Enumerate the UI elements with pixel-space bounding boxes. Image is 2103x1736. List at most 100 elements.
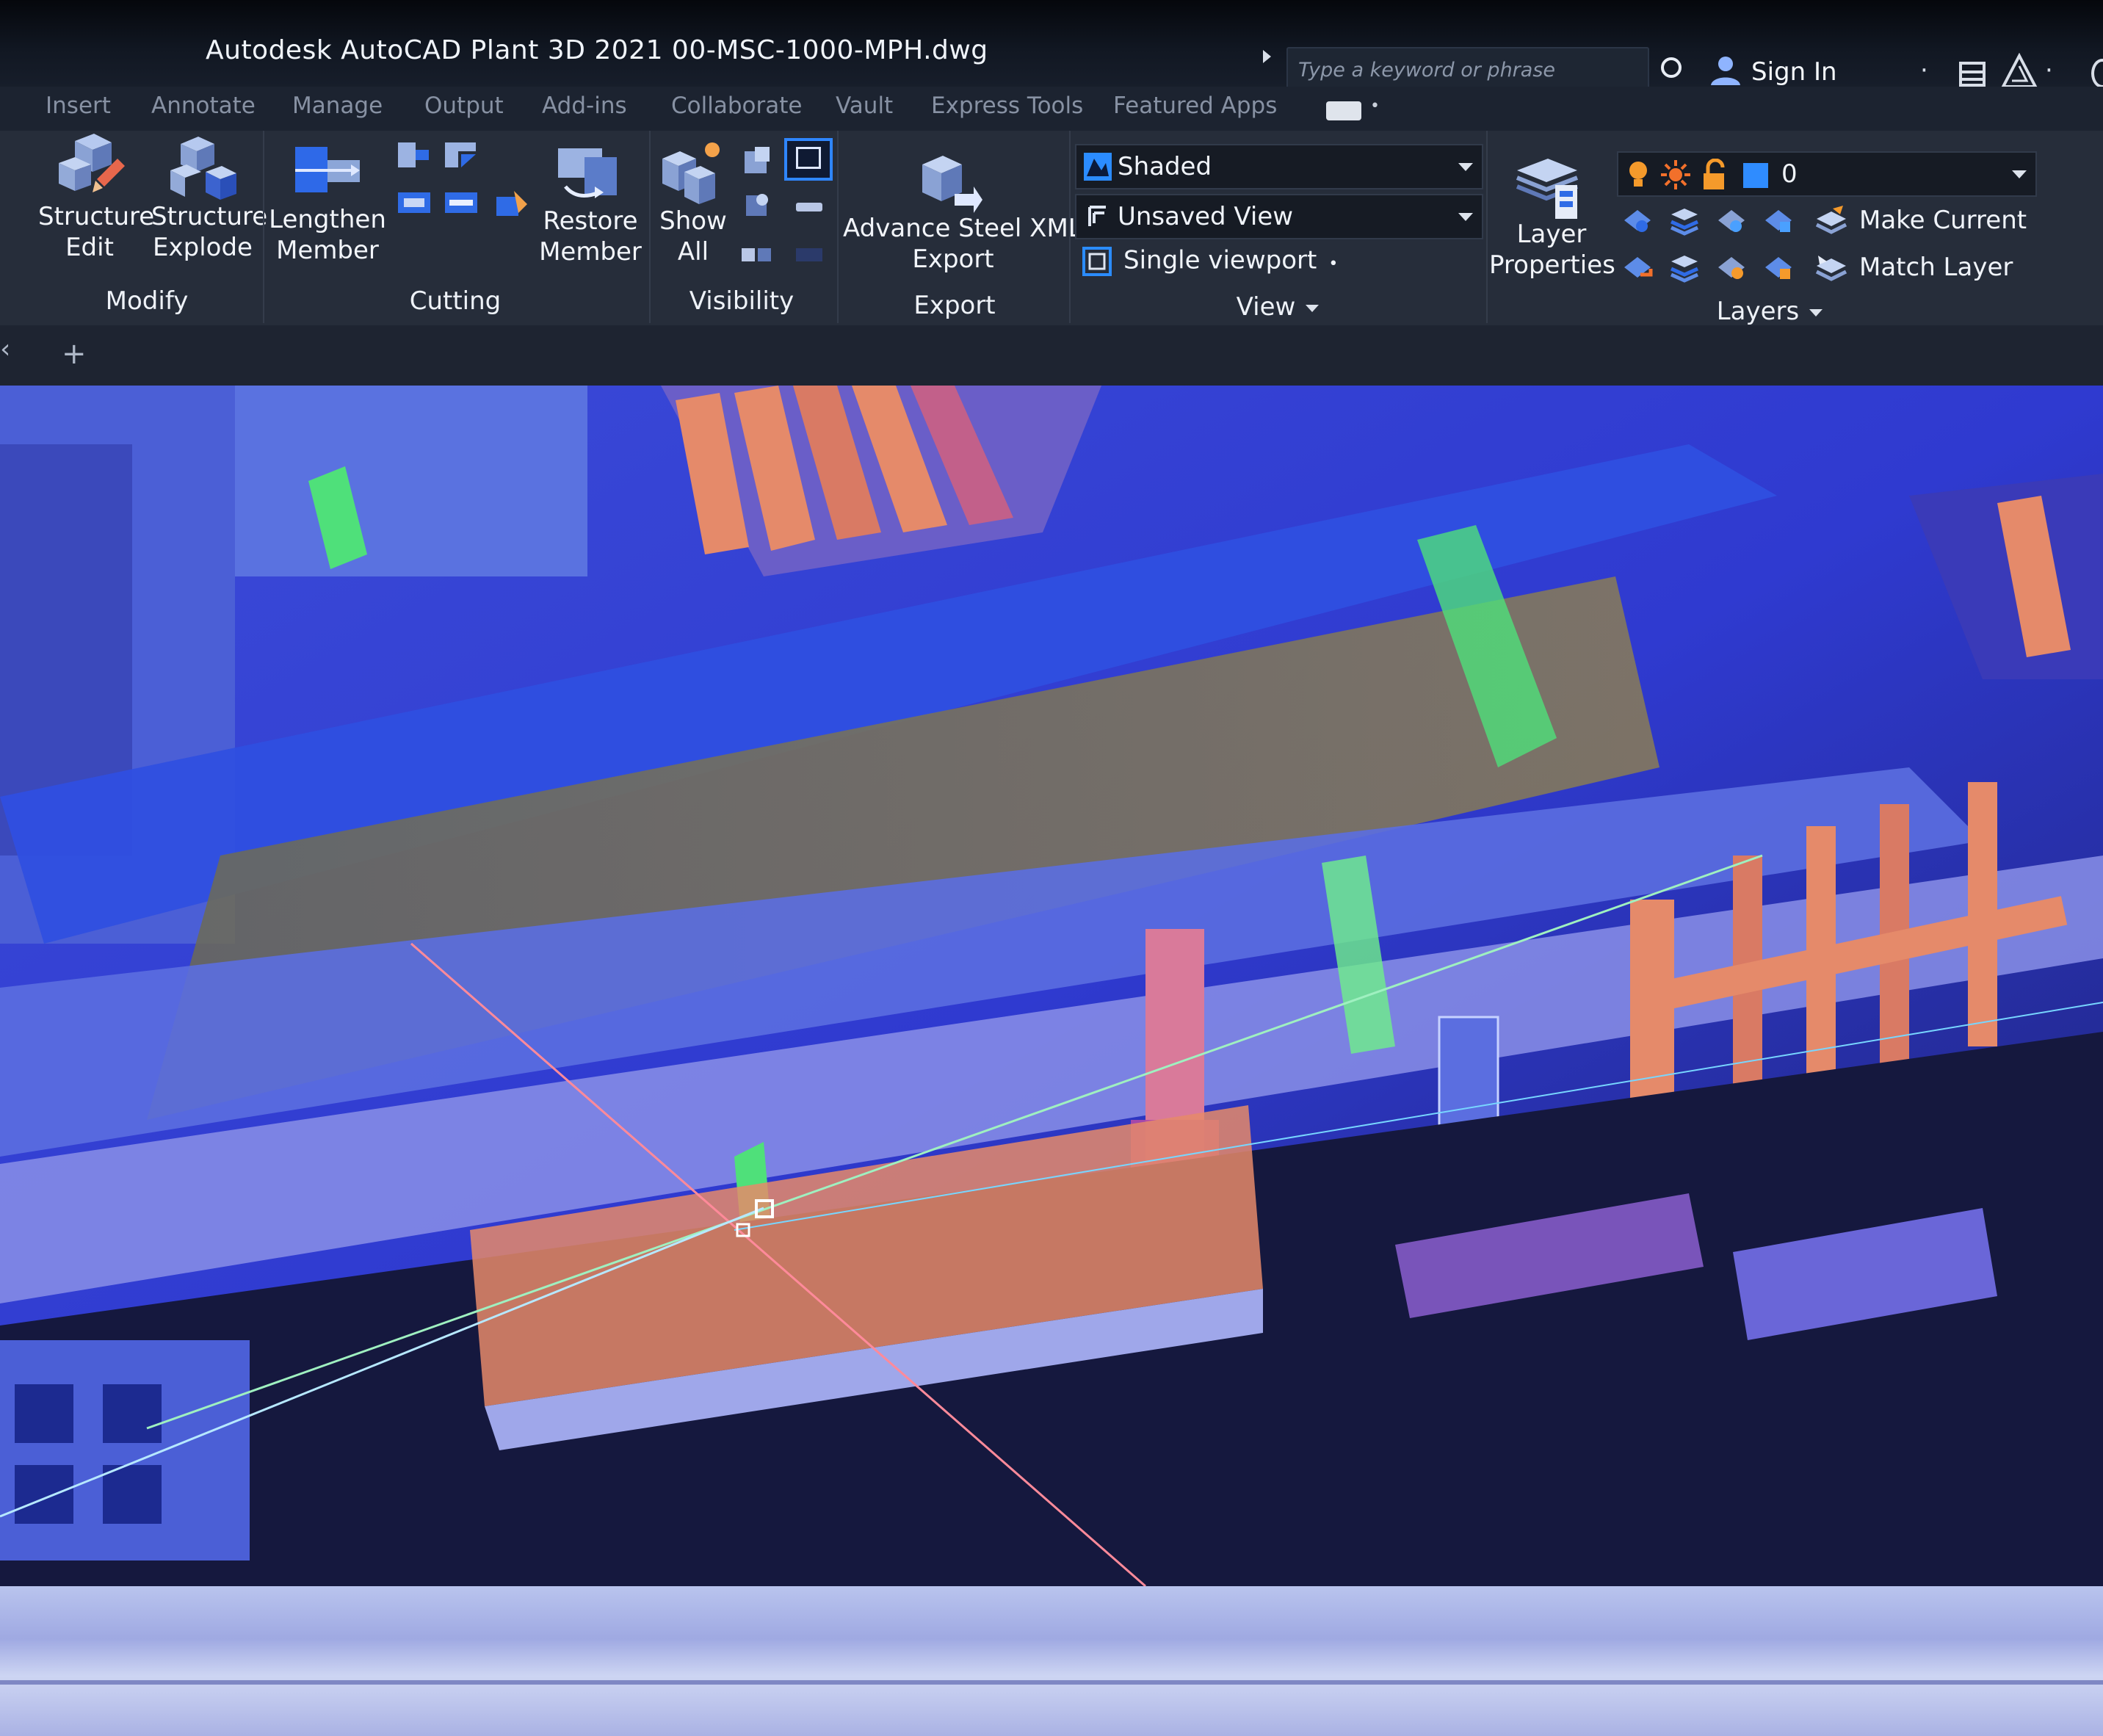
viewport-config-button[interactable]: Single viewport • <box>1081 245 1338 278</box>
lock-icon <box>1704 159 1725 189</box>
new-tab-button[interactable]: + <box>62 337 87 371</box>
layer-walk-icon[interactable] <box>1668 251 1701 283</box>
hide-objects-icon[interactable] <box>740 144 774 178</box>
panel-divider <box>1069 131 1071 323</box>
search-box[interactable] <box>1286 47 1649 93</box>
app-title: Autodesk AutoCAD Plant 3D 2021 00-MSC-10… <box>206 35 988 65</box>
chevron-down-icon <box>1809 308 1823 317</box>
triangle-dropdown-icon[interactable]: · <box>2045 56 2053 85</box>
visibility-small-icon[interactable] <box>794 201 824 213</box>
view-title-label: View <box>1236 292 1296 322</box>
panel-title-export: Export <box>913 291 996 320</box>
layer-freeze-icon[interactable] <box>1715 204 1748 236</box>
layer-properties-icon[interactable] <box>1513 148 1583 222</box>
panel-title-cutting: Cutting <box>409 286 502 316</box>
tab-manage[interactable]: Manage <box>292 93 383 119</box>
search-arrow-icon[interactable] <box>1263 50 1271 63</box>
layer-previous-icon[interactable] <box>1621 251 1654 283</box>
ribbon-tab-row: Insert Annotate Manage Output Add-ins Co… <box>0 87 2103 132</box>
structure-explode-button[interactable]: Structure Explode <box>151 201 267 263</box>
show-all-label-2: All <box>677 237 709 267</box>
tab-addins[interactable]: Add-ins <box>542 93 627 119</box>
chevron-down-icon <box>1458 213 1473 221</box>
visual-style-dropdown[interactable]: Shaded <box>1075 144 1483 189</box>
user-icon[interactable] <box>1708 53 1743 88</box>
layer-lock-icon[interactable] <box>1762 204 1795 236</box>
drawing-viewport[interactable] <box>0 386 2103 1586</box>
make-current-icon <box>1815 206 1847 234</box>
end-isolate-icon[interactable] <box>794 245 824 264</box>
named-view-value: Unsaved View <box>1118 202 1294 231</box>
shorten-icon[interactable] <box>444 188 479 217</box>
layer-unlock-icon[interactable] <box>1762 251 1795 283</box>
show-hidden-icon[interactable] <box>740 245 772 264</box>
help-circle-icon[interactable] <box>1661 57 1682 78</box>
search-input[interactable] <box>1288 48 1648 91</box>
tab-insert[interactable]: Insert <box>46 93 111 119</box>
cope-icon[interactable] <box>444 140 479 170</box>
window <box>103 1384 162 1443</box>
panel-divider <box>263 131 264 323</box>
layer-off-icon[interactable] <box>1621 204 1654 236</box>
file-tab-strip: ‹ + <box>0 325 2103 386</box>
tab-output[interactable]: Output <box>424 93 504 119</box>
layer-properties-label-1: Layer <box>1516 220 1587 249</box>
layer-thaw-icon[interactable] <box>1715 251 1748 283</box>
cut-plane-icon[interactable] <box>397 140 432 170</box>
structure-explode-icon[interactable] <box>166 135 239 201</box>
lightbulb-icon <box>1629 162 1647 187</box>
structure-explode-label-2: Explode <box>153 233 253 262</box>
match-layer-icon <box>1815 256 1847 281</box>
window <box>15 1465 73 1524</box>
sun-icon <box>1661 160 1690 189</box>
panel-title-view[interactable]: View <box>1219 292 1336 322</box>
layer-isolate-icon[interactable] <box>1668 204 1701 236</box>
point-cloud-scene <box>0 386 2103 1586</box>
restore-member-icon[interactable] <box>555 144 621 204</box>
tab-scroll-left-icon[interactable]: ‹ <box>0 334 10 364</box>
tab-collaborate[interactable]: Collaborate <box>671 93 802 119</box>
tab-express-tools[interactable]: Express Tools <box>931 93 1083 119</box>
show-all-label-1: Show <box>659 206 727 236</box>
viewport-config-icon <box>1082 247 1112 276</box>
show-all-icon[interactable] <box>655 140 725 210</box>
show-all-button[interactable]: Show All <box>643 206 743 267</box>
layer-properties-label-2: Properties <box>1489 250 1615 280</box>
miter-icon[interactable] <box>493 189 529 219</box>
wall-panel <box>0 1340 250 1560</box>
ribbon-toggle-dropdown-icon[interactable]: • <box>1370 97 1380 115</box>
match-layer-button[interactable]: Match Layer <box>1859 253 2013 282</box>
lengthen-member-icon[interactable] <box>292 141 363 200</box>
make-current-button[interactable]: Make Current <box>1859 206 2027 235</box>
hide-member-icon[interactable] <box>740 189 774 220</box>
isolate-objects-icon[interactable] <box>784 138 833 181</box>
advance-steel-export-icon[interactable] <box>911 142 984 216</box>
wall-panel <box>235 386 587 576</box>
panel-title-visibility: Visibility <box>689 286 794 316</box>
layer-properties-button[interactable]: Layer Properties <box>1489 219 1615 281</box>
viewport-config-dropdown-icon: • <box>1328 254 1339 273</box>
tab-vault[interactable]: Vault <box>836 93 893 119</box>
autodesk-triangle-icon[interactable] <box>2000 53 2038 91</box>
structure-edit-button[interactable]: Structure Edit <box>38 201 155 263</box>
tab-annotate[interactable]: Annotate <box>151 93 256 119</box>
tab-featured-apps[interactable]: Featured Apps <box>1113 93 1277 119</box>
panel-title-layers[interactable]: Layers <box>1704 297 1836 326</box>
advance-steel-label-2: Export <box>912 245 994 274</box>
structure-edit-icon[interactable] <box>53 134 126 201</box>
isolate-inner-icon <box>796 147 821 169</box>
viewport-config-label: Single viewport <box>1123 245 1317 275</box>
restore-member-button[interactable]: Restore Member <box>532 206 649 267</box>
layer-dropdown[interactable]: 0 <box>1617 151 2037 197</box>
edge-icon[interactable] <box>2091 59 2103 88</box>
lengthen-member-button[interactable]: Lengthen Member <box>269 204 386 266</box>
ribbon-toggle-icon[interactable] <box>1326 101 1361 120</box>
lengthen-member-label-1: Lengthen <box>269 205 386 234</box>
notch-icon[interactable] <box>397 188 432 217</box>
restore-member-label-1: Restore <box>543 206 638 236</box>
sign-in-button[interactable]: Sign In <box>1751 57 1837 87</box>
structure-edit-label-1: Structure <box>38 202 155 231</box>
named-view-dropdown[interactable]: Unsaved View <box>1075 194 1483 239</box>
sign-in-dropdown-icon[interactable]: · <box>1920 56 1928 85</box>
advance-steel-export-button[interactable]: Advance Steel XML Export <box>843 213 1082 275</box>
